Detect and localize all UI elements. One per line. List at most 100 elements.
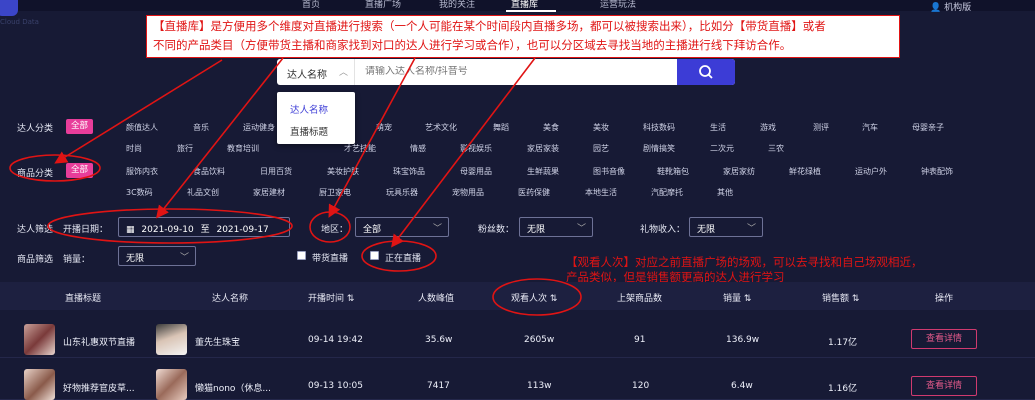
product-category-option[interactable]: 珠宝饰品 [393, 166, 425, 177]
product-category-option[interactable]: 鲜花绿植 [789, 166, 821, 177]
talent-category-option[interactable]: 时尚 [126, 143, 142, 154]
row-peak-viewers: 35.6w [425, 335, 453, 345]
talent-category-option[interactable]: 测评 [813, 122, 829, 133]
account-version[interactable]: 👤 机构版 [930, 0, 971, 13]
talent-category-option[interactable]: 家居家装 [527, 143, 559, 154]
talent-category-option[interactable]: 美妆 [593, 122, 609, 133]
product-category-option[interactable]: 运动户外 [855, 166, 887, 177]
th-views[interactable]: 观看人次 ⇅ [511, 291, 557, 304]
product-category-option[interactable]: 家居家纺 [723, 166, 755, 177]
nav-operation-tips[interactable]: 运营玩法 [600, 0, 636, 10]
product-category-option[interactable]: 3C数码 [126, 187, 153, 198]
product-category-option[interactable]: 食品饮料 [193, 166, 225, 177]
dropdown-option-talent-name[interactable]: 达人名称 [290, 102, 328, 116]
talent-category-option[interactable]: 科技数码 [643, 122, 675, 133]
goods-live-label: 带货直播 [312, 254, 349, 264]
th-start-time[interactable]: 开播时间 ⇅ [308, 291, 354, 304]
talent-category-option[interactable]: 音乐 [193, 122, 209, 133]
product-category-option[interactable]: 生鲜蔬果 [527, 166, 559, 177]
product-category-option[interactable]: 母婴用品 [460, 166, 492, 177]
region-select[interactable]: 全部 ﹀ [355, 217, 449, 237]
date-separator: 至 [200, 225, 210, 235]
fans-select[interactable]: 无限 ﹀ [519, 217, 593, 237]
talent-category-option[interactable]: 教育培训 [227, 143, 259, 154]
talent-avatar[interactable] [156, 369, 187, 400]
product-category-option[interactable]: 医药保健 [518, 187, 550, 198]
row-live-title[interactable]: 好物推荐官皮草... [63, 381, 135, 394]
row-talent-name[interactable]: 董先生珠宝 [195, 335, 240, 348]
app-logo[interactable] [0, 0, 18, 16]
fans-value: 无限 [527, 225, 546, 235]
row-start-time: 09-14 19:42 [308, 335, 363, 345]
th-revenue[interactable]: 销售额 ⇅ [822, 291, 859, 304]
talent-category-option[interactable]: 旅行 [177, 143, 193, 154]
dropdown-option-live-title[interactable]: 直播标题 [290, 124, 328, 138]
nav-my-follows[interactable]: 我的关注 [439, 0, 475, 10]
search-input[interactable] [365, 66, 665, 77]
chevron-down-icon: ﹀ [746, 224, 756, 234]
user-icon: 👤 [930, 3, 942, 13]
search-button[interactable] [677, 59, 735, 85]
product-category-option[interactable]: 礼品文创 [187, 187, 219, 198]
live-cover-image[interactable] [24, 324, 55, 355]
view-details-button[interactable]: 查看详情 [911, 329, 977, 349]
product-category-all[interactable]: 全部 [66, 163, 94, 178]
talent-category-option[interactable]: 生活 [710, 122, 726, 133]
nav-live-square[interactable]: 直播广场 [365, 0, 401, 10]
talent-category-option[interactable]: 舞蹈 [493, 122, 509, 133]
row-revenue: 1.16亿 [828, 384, 858, 394]
talent-category-option[interactable]: 园艺 [593, 143, 609, 154]
product-category-option[interactable]: 鞋靴箱包 [657, 166, 689, 177]
talent-category-option[interactable]: 母婴亲子 [912, 122, 944, 133]
date-range-picker[interactable]: ▦ 2021-09-10 至 2021-09-17 [118, 217, 290, 237]
th-sales[interactable]: 销量 ⇅ [723, 291, 751, 304]
product-category-option[interactable]: 宠物用品 [452, 187, 484, 198]
talent-category-option[interactable]: 三农 [768, 143, 784, 154]
chevron-down-icon: ﹀ [179, 253, 189, 263]
product-category-option[interactable]: 钟表配饰 [921, 166, 953, 177]
live-cover-image[interactable] [24, 369, 55, 400]
talent-avatar[interactable] [156, 324, 187, 355]
row-views: 113w [527, 381, 552, 391]
product-category-option[interactable]: 厨卫家电 [319, 187, 351, 198]
talent-category-option[interactable]: 影视娱乐 [460, 143, 492, 154]
row-listed-items: 120 [632, 381, 650, 391]
live-now-checkbox[interactable] [370, 251, 379, 260]
sort-icon: ⇅ [851, 294, 860, 304]
product-category-option[interactable]: 玩具乐器 [386, 187, 418, 198]
talent-category-option[interactable]: 萌宠 [376, 122, 392, 133]
talent-category-option[interactable]: 汽车 [862, 122, 878, 133]
product-category-option[interactable]: 本地生活 [585, 187, 617, 198]
talent-category-option[interactable]: 剧情搞笑 [643, 143, 675, 154]
gift-income-value: 无限 [697, 225, 716, 235]
talent-category-option[interactable]: 情感 [410, 143, 426, 154]
sales-select[interactable]: 无限 ﹀ [118, 246, 196, 266]
talent-filter-label: 达人筛选 [17, 225, 54, 235]
talent-category-option[interactable]: 运动健身 [243, 122, 275, 133]
talent-category-option[interactable]: 游戏 [760, 122, 776, 133]
nav-home[interactable]: 首页 [302, 0, 320, 10]
talent-category-option[interactable]: 才艺技能 [344, 143, 376, 154]
view-details-button[interactable]: 查看详情 [911, 376, 977, 396]
sort-icon: ⇅ [346, 294, 355, 304]
product-category-option[interactable]: 家居建材 [253, 187, 285, 198]
product-category-option[interactable]: 日用百货 [260, 166, 292, 177]
talent-category-option[interactable]: 艺术文化 [425, 122, 457, 133]
talent-category-option[interactable]: 美食 [543, 122, 559, 133]
product-category-option[interactable]: 服饰内衣 [126, 166, 158, 177]
search-type-select[interactable]: 达人名称 ︿ [277, 59, 355, 85]
talent-category-option[interactable]: 颜值达人 [126, 122, 158, 133]
talent-category-all[interactable]: 全部 [66, 119, 94, 134]
product-category-option[interactable]: 汽配摩托 [651, 187, 683, 198]
product-category-option[interactable]: 其他 [717, 187, 733, 198]
product-category-option[interactable]: 图书音像 [593, 166, 625, 177]
goods-live-checkbox[interactable] [297, 251, 306, 260]
product-category-option[interactable]: 美妆护肤 [327, 166, 359, 177]
row-talent-name[interactable]: 懒猫nono（休息... [195, 381, 271, 394]
gift-income-select[interactable]: 无限 ﹀ [689, 217, 763, 237]
row-live-title[interactable]: 山东礼惠双节直播 [63, 335, 135, 348]
talent-category-option[interactable]: 二次元 [710, 143, 734, 154]
th-live-title: 直播标题 [65, 294, 102, 304]
nav-live-library[interactable]: 直播库 [511, 0, 538, 10]
logo-subtitle: Cloud Data [0, 18, 39, 26]
